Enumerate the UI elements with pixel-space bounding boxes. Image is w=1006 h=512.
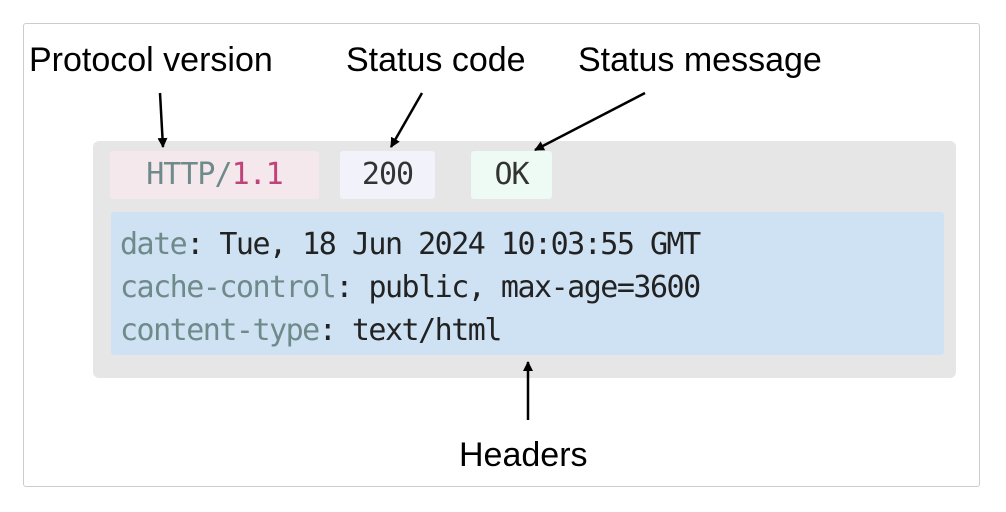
- status-message-arrow: [534, 91, 646, 152]
- protocol-arrow: [157, 92, 168, 148]
- status-code-arrow: [389, 92, 424, 148]
- annotation-arrows: [157, 91, 646, 420]
